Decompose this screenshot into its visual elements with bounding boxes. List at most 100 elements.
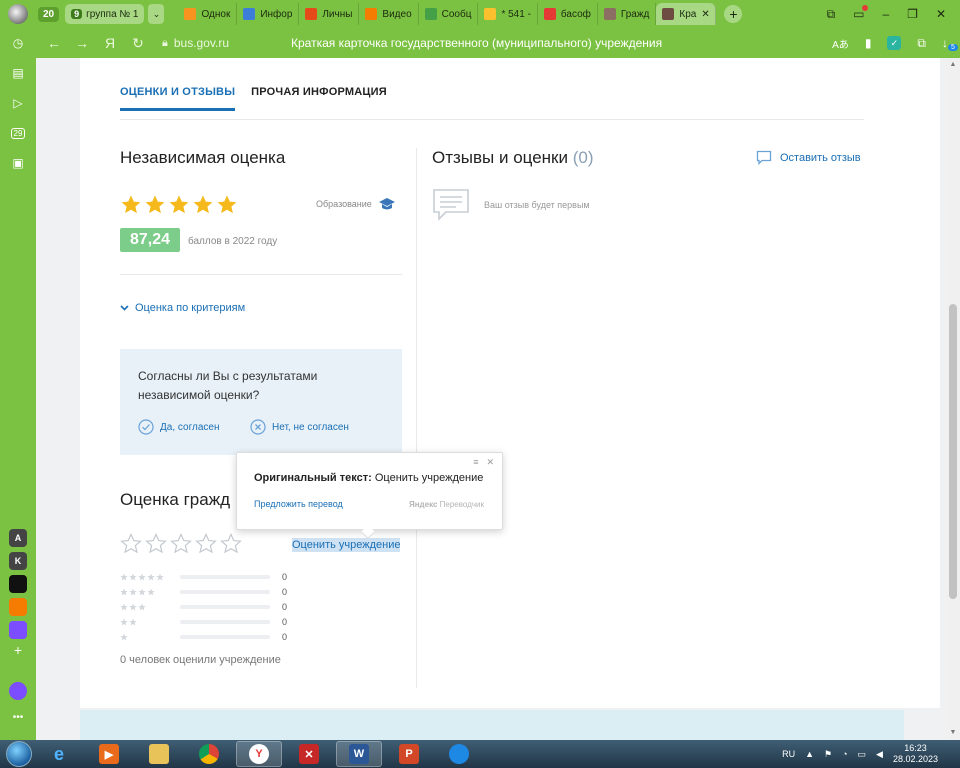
scroll-up-icon[interactable]: ▲	[946, 58, 960, 72]
video-icon[interactable]: ▷	[0, 88, 36, 118]
taskbar-app[interactable]: ✕	[286, 741, 332, 767]
browser-tab[interactable]: басоф	[538, 3, 598, 25]
scrollbar-thumb[interactable]	[949, 304, 957, 599]
star-outline-icon[interactable]	[220, 533, 242, 555]
lock-icon[interactable]: 🔒︎	[162, 37, 168, 50]
star-outline-icon[interactable]	[120, 533, 142, 555]
taskbar-media[interactable]: ▶	[86, 741, 132, 767]
agreement-box: Согласны ли Вы с результатами независимо…	[120, 349, 402, 455]
flag-icon[interactable]: ⚑	[824, 749, 832, 760]
download-icon[interactable]: ↓ 5	[942, 36, 958, 51]
url-text[interactable]: bus.gov.ru	[174, 36, 229, 50]
browser-tab[interactable]: Гражд	[598, 3, 657, 25]
start-button[interactable]	[6, 741, 32, 767]
page-scrollbar[interactable]: ▲ ▼	[946, 58, 960, 740]
mini-star-icon	[120, 588, 128, 596]
close-icon[interactable]: ✕	[936, 7, 946, 22]
minimize-icon[interactable]: –	[882, 7, 889, 22]
distribution-bar	[180, 635, 270, 639]
reload-icon[interactable]: ↻	[128, 35, 148, 52]
browser-tab-label: Инфор	[260, 8, 293, 20]
language-indicator[interactable]: RU	[782, 749, 795, 759]
yandex-icon[interactable]: Я	[100, 35, 120, 51]
taskbar-ie[interactable]: e	[36, 741, 82, 767]
tabs-divider	[120, 119, 864, 120]
forward-icon[interactable]: →	[72, 35, 92, 51]
suggest-translation-link[interactable]: Предложить перевод	[254, 499, 343, 509]
sidebar-app-icon[interactable]	[9, 621, 27, 639]
criteria-link[interactable]: Оценка по критериям	[120, 302, 245, 314]
page-title: Краткая карточка государственного (муниц…	[291, 36, 663, 50]
more-icon[interactable]: •••	[0, 712, 36, 723]
scroll-down-icon[interactable]: ▼	[946, 726, 960, 740]
browser-profile-avatar[interactable]	[8, 4, 28, 24]
taskbar-yandex[interactable]: Y	[236, 741, 282, 767]
volume-icon[interactable]: ◀︎	[876, 749, 883, 760]
sidebar-app-icon[interactable]	[9, 598, 27, 616]
tab-reviews[interactable]: ОЦЕНКИ И ОТЗЫВЫ	[120, 86, 236, 111]
games-icon[interactable]: ▣	[0, 148, 36, 178]
tab-other-info[interactable]: ПРОЧАЯ ИНФОРМАЦИЯ	[251, 86, 387, 111]
taskbar-app-2[interactable]	[436, 741, 482, 767]
close-tab-icon[interactable]: ✕	[701, 9, 709, 20]
mini-star-icon	[120, 618, 128, 626]
rating-distribution-row: 0	[120, 571, 287, 583]
translate-icon[interactable]: Aあ	[832, 36, 849, 51]
close-icon[interactable]: ✕	[486, 457, 494, 468]
star-outline-icon[interactable]	[145, 533, 167, 555]
taskbar-explorer[interactable]	[136, 741, 182, 767]
app-icon: ✕	[299, 744, 319, 764]
back-icon[interactable]: ←	[44, 35, 64, 51]
taskbar-powerpoint[interactable]: P	[386, 741, 432, 767]
distribution-count: 0	[282, 602, 288, 612]
disagree-button[interactable]: Нет, не согласен	[250, 419, 349, 435]
mini-star-icon	[147, 588, 155, 596]
tab-group[interactable]: 9 группа № 1	[65, 4, 145, 24]
notifications-icon[interactable]: ▭	[853, 4, 869, 22]
clock[interactable]: 16:23 28.02.2023	[893, 743, 938, 765]
agree-button[interactable]: Да, согласен	[138, 419, 219, 435]
section-divider	[120, 274, 402, 275]
browser-tab[interactable]: Личны	[299, 3, 360, 25]
powerpoint-icon: P	[399, 744, 419, 764]
rating-distribution-row: 0	[120, 616, 287, 628]
browser-tab[interactable]: * 541 -	[478, 3, 538, 25]
independent-stars	[120, 194, 238, 216]
history-icon[interactable]: ◷	[0, 28, 36, 58]
restore-icon[interactable]: ❐	[907, 7, 918, 22]
tab-count-badge[interactable]: 20	[38, 6, 60, 22]
leave-review-link[interactable]: Оставить отзыв	[756, 150, 861, 165]
download-badge: 5	[948, 44, 958, 51]
star-filled-icon	[121, 195, 141, 214]
browser-tab[interactable]: Сообц	[419, 3, 479, 25]
calendar-icon[interactable]: 29	[0, 118, 36, 148]
bookmark-icon[interactable]: ▮	[865, 36, 872, 50]
power-icon[interactable]: ▭	[858, 749, 867, 760]
menu-icon[interactable]: ≡	[473, 457, 478, 468]
taskbar-word[interactable]: W	[336, 741, 382, 767]
tray-arrow-icon[interactable]: ▲	[805, 749, 814, 759]
sidebar-app-icon[interactable]	[9, 575, 27, 593]
chevron-down-icon[interactable]: ⌄	[148, 4, 165, 24]
browser-tab-label: Сообц	[441, 8, 472, 20]
browser-tab[interactable]: Однок	[178, 3, 238, 25]
new-tab-button[interactable]: +	[724, 5, 743, 23]
sidebar-app-icon[interactable]: A	[9, 529, 27, 547]
browser-tab[interactable]: Видео	[359, 3, 419, 25]
browser-tab-label: * 541 -	[501, 8, 531, 20]
collections-icon[interactable]: ▤	[0, 58, 36, 88]
star-outline-icon[interactable]	[170, 533, 192, 555]
add-app-icon[interactable]: +	[0, 642, 36, 658]
bookmarks-icon[interactable]: ⧉	[827, 7, 836, 22]
extensions-icon[interactable]: ⧉	[917, 36, 926, 51]
network-icon[interactable]: ◔	[842, 749, 847, 759]
sidebar-app-icon[interactable]: K	[9, 552, 27, 570]
taskbar-chrome[interactable]	[186, 741, 232, 767]
star-outline-icon[interactable]	[195, 533, 217, 555]
translation-popup: ≡ ✕ Оригинальный текст: Оценить учрежден…	[236, 452, 503, 540]
browser-tab[interactable]: Кра ✕	[656, 3, 717, 25]
protect-shield-icon[interactable]: ✓	[887, 36, 902, 50]
browser-tab[interactable]: Инфор	[237, 3, 300, 25]
alice-icon[interactable]	[9, 682, 27, 700]
rate-institution-link[interactable]: Оценить учреждение	[292, 538, 401, 552]
